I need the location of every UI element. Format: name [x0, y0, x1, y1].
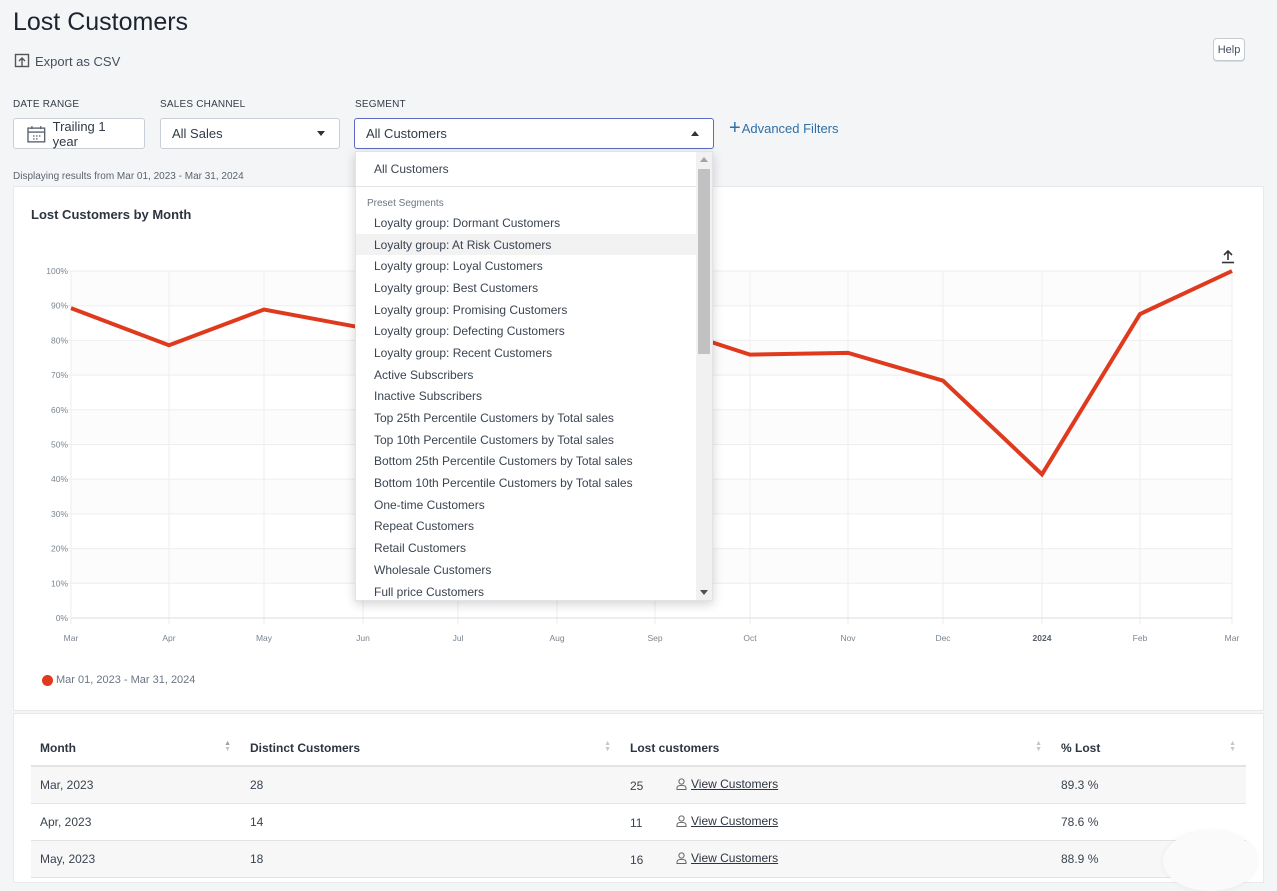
dropdown-option[interactable]: Loyalty group: Best Customers: [356, 277, 712, 299]
sort-icon: ▲▼: [1035, 741, 1042, 753]
scroll-up-arrow-icon[interactable]: [700, 157, 708, 162]
sort-icon: ▲▼: [224, 741, 231, 753]
dropdown-option[interactable]: Inactive Subscribers: [356, 386, 712, 408]
segment-dropdown-menu: All Customers Preset Segments Loyalty gr…: [355, 151, 713, 601]
sort-icon: ▲▼: [1229, 741, 1236, 753]
segment-value: All Customers: [366, 126, 447, 141]
dropdown-option[interactable]: Loyalty group: Dormant Customers: [356, 212, 712, 234]
dropdown-option[interactable]: Active Subscribers: [356, 364, 712, 386]
scroll-down-arrow-icon[interactable]: [700, 590, 708, 595]
cell-month: Apr, 2023: [31, 803, 241, 840]
dropdown-option[interactable]: Wholesale Customers: [356, 559, 712, 581]
legend-label: Mar 01, 2023 - Mar 31, 2024: [56, 674, 195, 686]
view-customers-link[interactable]: View Customers: [676, 814, 778, 828]
legend-marker: [42, 675, 53, 686]
dropdown-option[interactable]: Loyalty group: Loyal Customers: [356, 255, 712, 277]
dropdown-group-label: Preset Segments: [356, 198, 712, 212]
column-header-pct-lost[interactable]: % Lost▲▼: [1052, 730, 1246, 766]
dropdown-option[interactable]: Bottom 25th Percentile Customers by Tota…: [356, 451, 712, 473]
floating-chat-button[interactable]: [1163, 831, 1257, 891]
cell-pct-lost: 89.3 %: [1052, 766, 1246, 803]
export-csv-button[interactable]: Export as CSV: [14, 53, 120, 69]
dropdown-option[interactable]: Bottom 10th Percentile Customers by Tota…: [356, 472, 712, 494]
dropdown-option-all-customers[interactable]: All Customers: [356, 152, 712, 187]
column-header-lost[interactable]: Lost customers▲▼: [621, 730, 1052, 766]
page-title: Lost Customers: [13, 8, 188, 37]
cell-distinct: 18: [241, 840, 621, 877]
dropdown-scrollbar[interactable]: [696, 152, 712, 600]
column-header-month[interactable]: Month▲▼: [31, 730, 241, 766]
lost-customers-table: Month▲▼ Distinct Customers▲▼ Lost custom…: [31, 730, 1246, 878]
cell-distinct: 14: [241, 803, 621, 840]
dropdown-option[interactable]: Loyalty group: Defecting Customers: [356, 320, 712, 342]
date-range-summary: Displaying results from Mar 01, 2023 - M…: [13, 171, 244, 182]
chevron-up-icon: [691, 131, 699, 136]
chart-title: Lost Customers by Month: [31, 207, 191, 222]
date-range-value: Trailing 1 year: [53, 119, 133, 149]
cell-distinct: 28: [241, 766, 621, 803]
sort-icon: ▲▼: [604, 741, 611, 753]
view-customers-label[interactable]: View Customers: [691, 814, 778, 828]
cell-lost: 11View Customers: [621, 803, 1052, 840]
user-icon: [676, 852, 687, 864]
column-header-distinct[interactable]: Distinct Customers▲▼: [241, 730, 621, 766]
dropdown-option[interactable]: Loyalty group: Promising Customers: [356, 299, 712, 321]
sales-channel-value: All Sales: [172, 126, 223, 141]
dropdown-option[interactable]: Loyalty group: Recent Customers: [356, 342, 712, 364]
date-range-label: DATE RANGE: [13, 99, 79, 110]
user-icon: [676, 778, 687, 790]
scrollbar-thumb[interactable]: [698, 169, 710, 354]
cell-month: May, 2023: [31, 840, 241, 877]
export-icon: [14, 53, 30, 69]
plus-icon: +: [729, 119, 741, 137]
export-csv-label: Export as CSV: [35, 54, 120, 69]
sales-channel-select[interactable]: All Sales: [160, 118, 340, 149]
cell-month: Mar, 2023: [31, 766, 241, 803]
dropdown-option[interactable]: Retail Customers: [356, 537, 712, 559]
segment-select[interactable]: All Customers: [354, 118, 714, 149]
dropdown-option[interactable]: Top 25th Percentile Customers by Total s…: [356, 407, 712, 429]
view-customers-label[interactable]: View Customers: [691, 851, 778, 865]
user-icon: [676, 815, 687, 827]
cell-lost: 16View Customers: [621, 840, 1052, 877]
help-button[interactable]: Help: [1213, 38, 1245, 61]
date-range-button[interactable]: Trailing 1 year: [13, 118, 145, 149]
dropdown-option[interactable]: Full price Customers: [356, 581, 712, 601]
sales-channel-label: SALES CHANNEL: [160, 99, 245, 110]
dropdown-option[interactable]: One-time Customers: [356, 494, 712, 516]
chart-legend[interactable]: Mar 01, 2023 - Mar 31, 2024: [42, 674, 195, 686]
view-customers-link[interactable]: View Customers: [676, 777, 778, 791]
calendar-icon: [27, 125, 46, 143]
chart-export-icon[interactable]: [1221, 248, 1235, 267]
advanced-filters-label: Advanced Filters: [742, 121, 839, 136]
table-row: Mar, 20232825View Customers89.3 %: [31, 766, 1246, 803]
view-customers-link[interactable]: View Customers: [676, 851, 778, 865]
dropdown-option[interactable]: Loyalty group: At Risk Customers: [356, 234, 712, 256]
table-row: May, 20231816View Customers88.9 %: [31, 840, 1246, 877]
segment-label: SEGMENT: [355, 99, 406, 110]
chevron-down-icon: [317, 131, 325, 136]
table-row: Apr, 20231411View Customers78.6 %: [31, 803, 1246, 840]
dropdown-option[interactable]: Repeat Customers: [356, 516, 712, 538]
advanced-filters-button[interactable]: + Advanced Filters: [729, 119, 839, 137]
dropdown-option[interactable]: Top 10th Percentile Customers by Total s…: [356, 429, 712, 451]
view-customers-label[interactable]: View Customers: [691, 777, 778, 791]
cell-lost: 25View Customers: [621, 766, 1052, 803]
